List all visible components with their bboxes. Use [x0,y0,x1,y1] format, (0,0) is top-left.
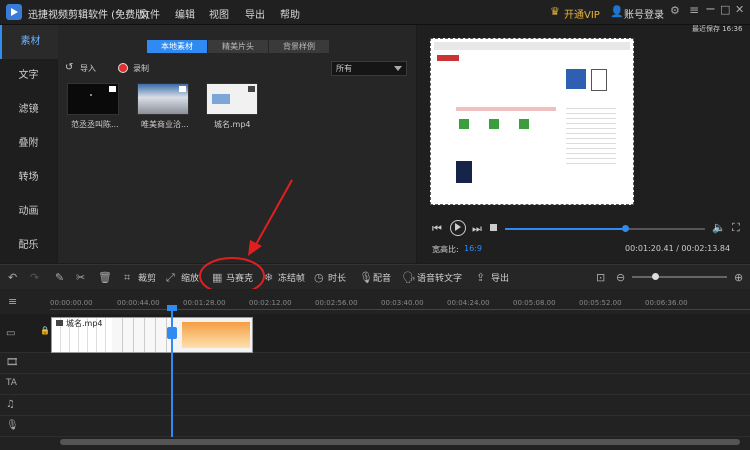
ruler-label: 00:01:28.00 [183,299,226,307]
split-marker-icon[interactable] [167,327,177,339]
voice-track [0,416,750,437]
ruler-label: 00:02:56.00 [315,299,358,307]
clip-type-icon [56,320,63,326]
add-track-icon[interactable]: ≡ [8,295,17,308]
ruler-label: 00:00:44.00 [117,299,160,307]
ruler-label: 00:04:24.00 [447,299,490,307]
video-clip[interactable]: 城名.mp4 [51,317,253,353]
annotation-arrow [253,179,293,249]
timeline: ≡ [0,289,750,450]
text-track-icon: TA [6,378,17,388]
timeline-scrollbar[interactable] [60,439,740,445]
playhead-handle[interactable] [167,305,177,311]
video-track-icon: ▭ [6,328,16,339]
lock-icon[interactable]: 🔒 [40,326,50,335]
ruler-label: 00:06:36.00 [645,299,688,307]
ruler-label: 00:05:52.00 [579,299,622,307]
overlay-track [0,353,750,374]
ruler-label: 00:03:40.00 [381,299,424,307]
clip-name: 城名.mp4 [66,319,103,328]
overlay-track-icon: 🎞 [6,357,19,368]
music-track-icon: ♫ [6,399,15,410]
voice-track-icon: 🎙 [6,420,19,431]
annotation-arrow-head [248,240,262,256]
ruler-label: 00:05:08.00 [513,299,556,307]
music-track [0,395,750,416]
ruler-label: 00:02:12.00 [249,299,292,307]
ruler-label: 00:00:00.00 [50,299,93,307]
text-track [0,374,750,395]
